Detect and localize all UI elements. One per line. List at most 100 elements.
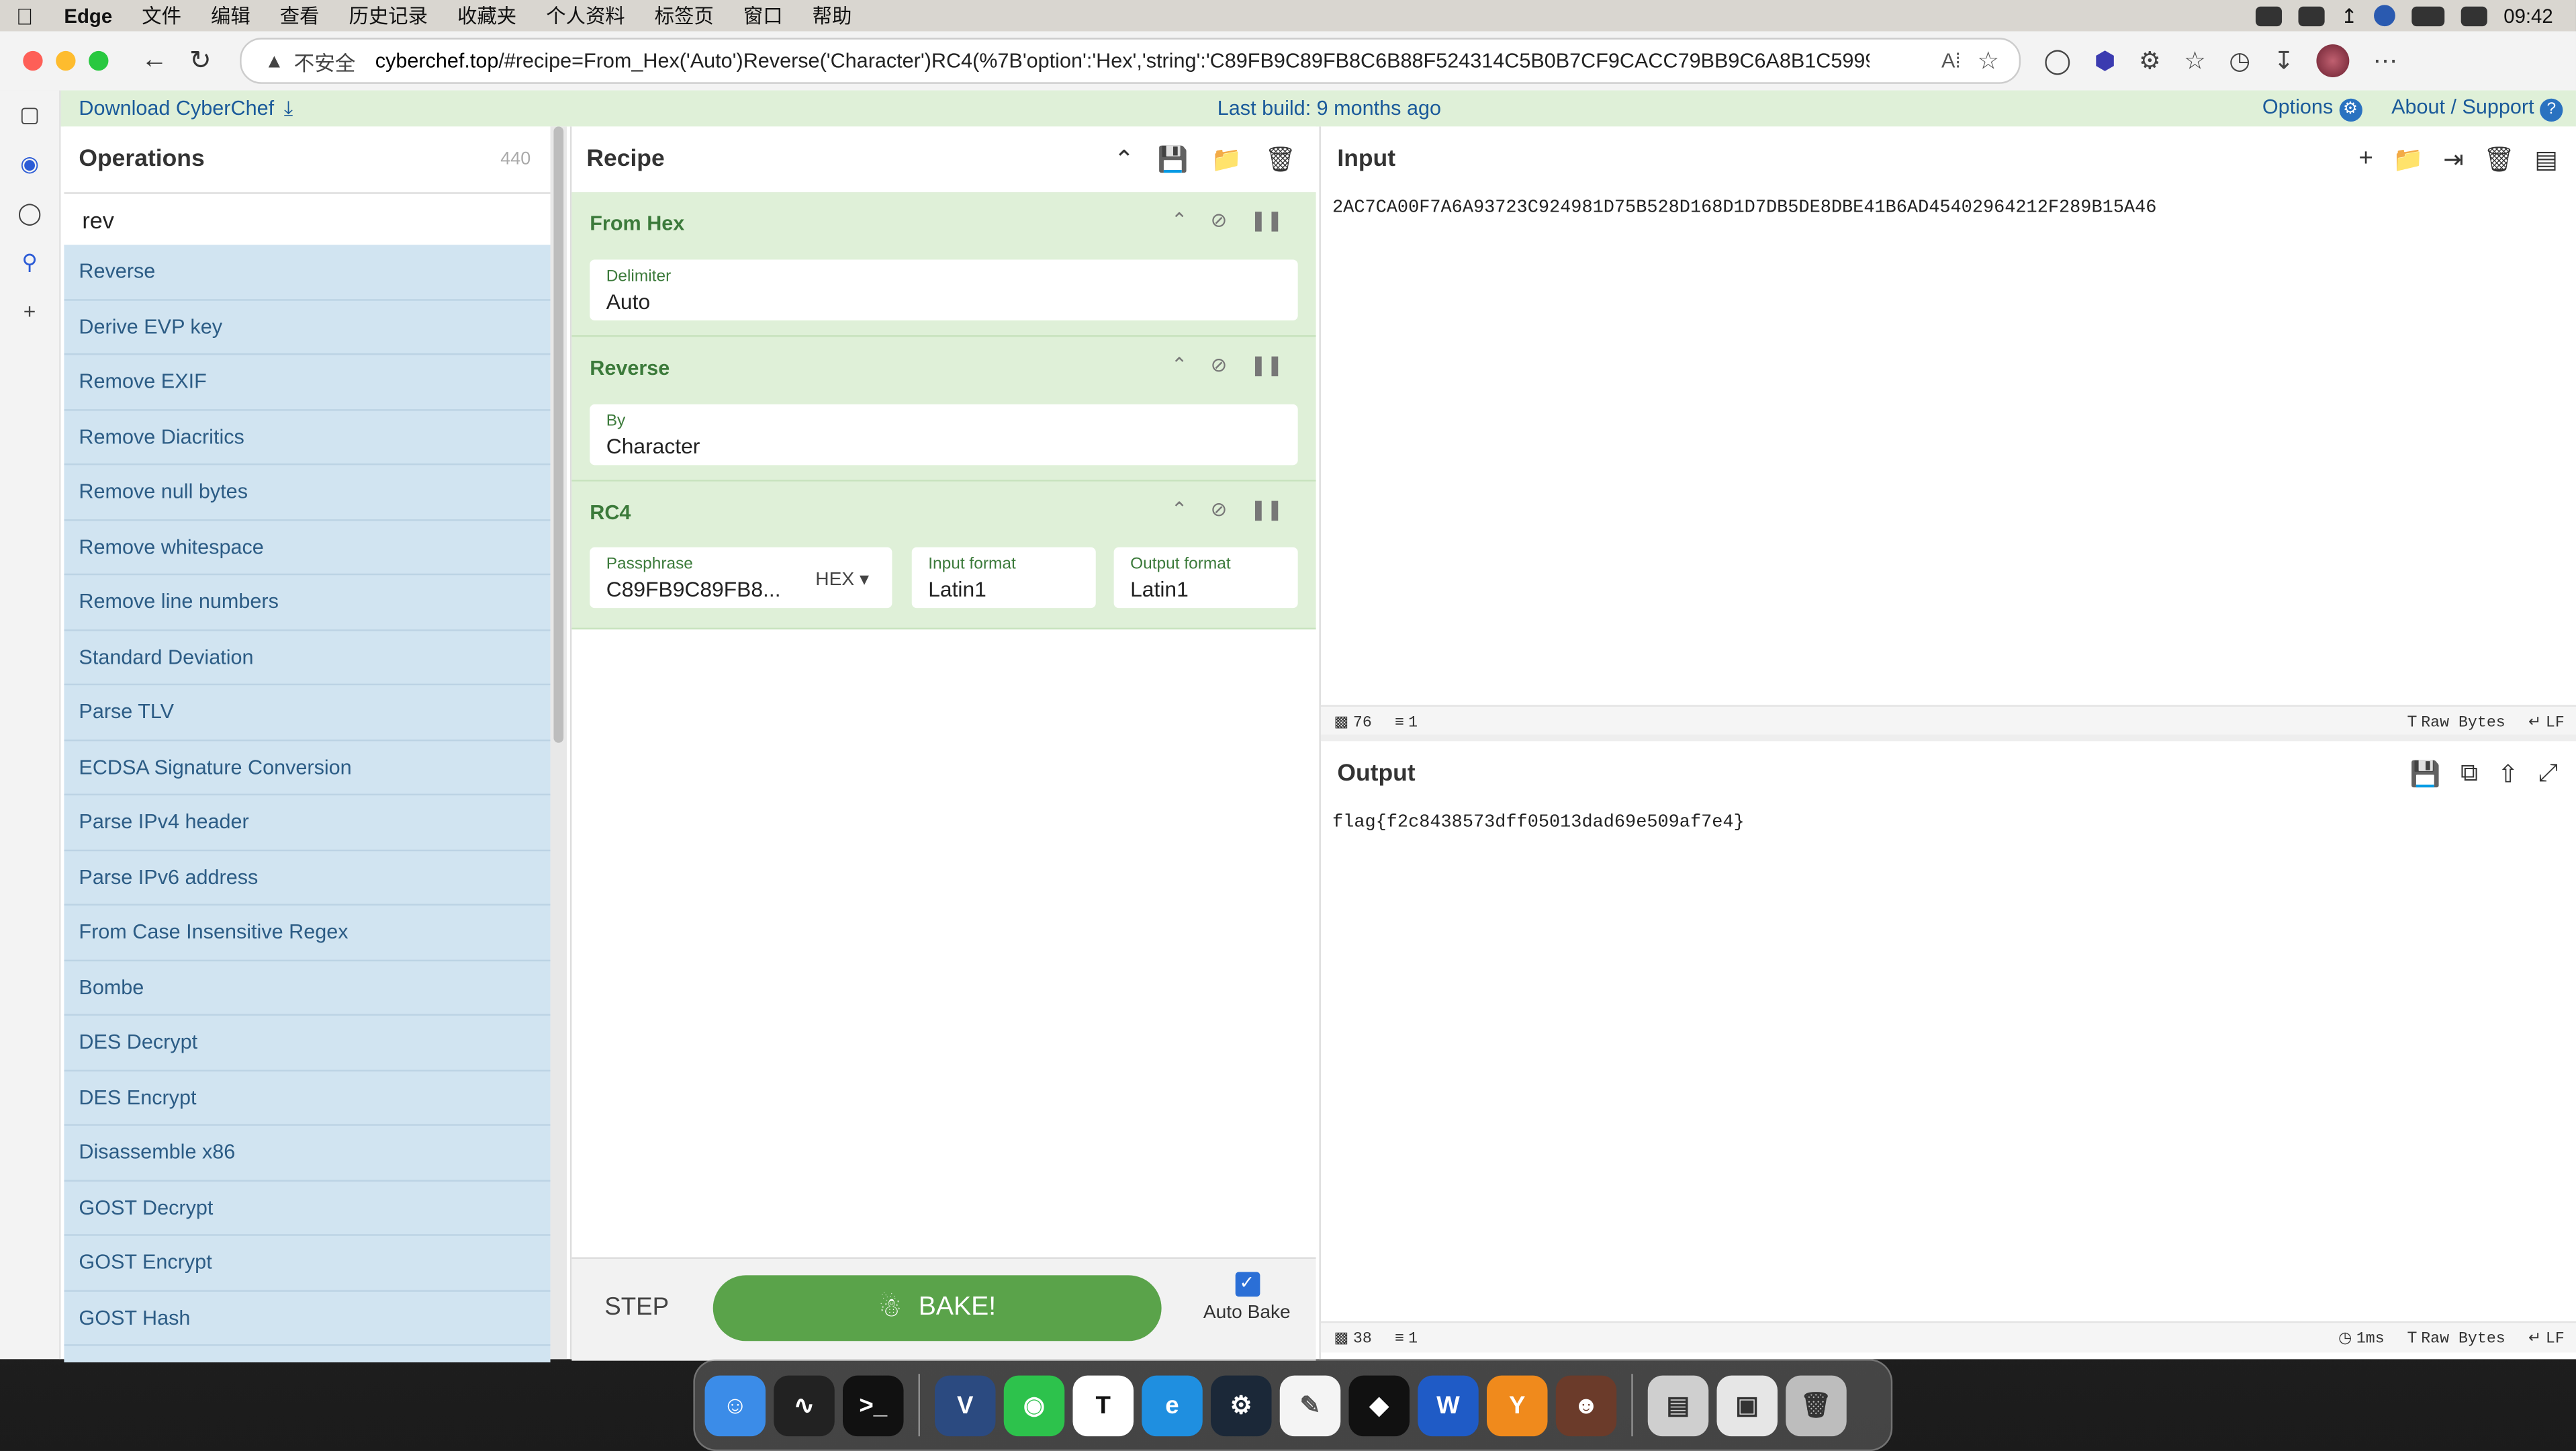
- operation-item[interactable]: Disassemble x86: [64, 1126, 551, 1181]
- menu-tabs[interactable]: 标签页: [640, 1, 729, 30]
- menu-favorites[interactable]: 收藏夹: [443, 1, 531, 30]
- tab-actions-icon[interactable]: ▢: [0, 91, 59, 140]
- portrait-app-icon[interactable]: ☻: [1555, 1374, 1617, 1436]
- chevron-up-icon[interactable]: ⌃: [1171, 498, 1188, 521]
- step-button[interactable]: STEP: [604, 1293, 669, 1321]
- menu-view[interactable]: 查看: [265, 1, 334, 30]
- replace-input-icon[interactable]: ⇧: [2498, 759, 2519, 789]
- sidebar-app-icon[interactable]: ◉: [0, 140, 59, 189]
- notes-icon[interactable]: ✎: [1279, 1374, 1341, 1436]
- operation-item[interactable]: Parse IPv6 address: [64, 850, 551, 906]
- operation-item[interactable]: Remove line numbers: [64, 575, 551, 631]
- clock[interactable]: 09:42: [2503, 4, 2552, 27]
- output-format-field[interactable]: Output format Latin1: [1113, 547, 1298, 609]
- save-recipe-icon[interactable]: 💾: [1158, 144, 1189, 175]
- screenshot-status-icon[interactable]: [2298, 5, 2325, 26]
- menu-help[interactable]: 帮助: [798, 1, 867, 30]
- operation-item[interactable]: DES Decrypt: [64, 1016, 551, 1071]
- ingredient-reverse[interactable]: Reverse ⌃ ⊘ ❚❚ By Character: [571, 337, 1316, 482]
- operation-item[interactable]: Remove Diacritics: [64, 410, 551, 466]
- operation-item[interactable]: Parse IPv4 header: [64, 795, 551, 851]
- extension-icon[interactable]: ◯: [2043, 46, 2071, 76]
- clear-recipe-icon[interactable]: 🗑: [1265, 144, 1297, 175]
- vpn-status-icon[interactable]: [2373, 5, 2395, 27]
- add-icon[interactable]: +: [0, 288, 59, 337]
- pause-icon[interactable]: ❚❚: [1250, 209, 1283, 232]
- chevron-up-icon[interactable]: ⌃: [1171, 209, 1188, 232]
- open-file-icon[interactable]: ⇥: [2443, 144, 2464, 175]
- open-folder-icon[interactable]: 📁: [2393, 144, 2424, 175]
- ingredient-from-hex[interactable]: From Hex ⌃ ⊘ ❚❚ Delimiter Auto: [571, 192, 1316, 337]
- back-arrow-icon[interactable]: ←: [132, 46, 177, 75]
- operation-item[interactable]: GOST Encrypt: [64, 1236, 551, 1291]
- input-encoding[interactable]: T​ Raw Bytes: [2407, 713, 2505, 731]
- operation-item[interactable]: Bombe: [64, 961, 551, 1016]
- chevron-up-icon[interactable]: ⌃: [1171, 353, 1188, 376]
- operation-item[interactable]: GOST Hash: [64, 1291, 551, 1346]
- pane-divider[interactable]: [1320, 734, 2576, 742]
- extension-badge-icon[interactable]: ⬢: [2095, 46, 2116, 76]
- operation-item[interactable]: DES Encrypt: [64, 1071, 551, 1126]
- input-text[interactable]: 2AC7CA00F7A6A93723C924981D75B528D168D1D7…: [1332, 199, 2156, 218]
- url-text[interactable]: cyberchef.top/#recipe=From_Hex('Auto')Re…: [375, 49, 1870, 72]
- by-field[interactable]: By Character: [590, 404, 1298, 466]
- input-format-field[interactable]: Input format Latin1: [911, 547, 1096, 609]
- operation-item[interactable]: GOST Decrypt: [64, 1181, 551, 1236]
- address-bar[interactable]: ▲ 不安全 cyberchef.top/#recipe=From_Hex('Au…: [240, 38, 2021, 84]
- wechat-icon[interactable]: ◉: [1003, 1374, 1065, 1436]
- favorites-icon[interactable]: ☆: [2184, 46, 2206, 76]
- pause-icon[interactable]: ❚❚: [1250, 498, 1283, 521]
- input-eol[interactable]: ↵ LF: [2528, 713, 2565, 731]
- document-stack-icon[interactable]: ▤: [1647, 1374, 1709, 1436]
- operation-item[interactable]: Reverse: [64, 245, 551, 300]
- operation-item[interactable]: Remove EXIF: [64, 355, 551, 410]
- menu-edit[interactable]: 编辑: [196, 1, 265, 30]
- options-link[interactable]: Options ⚙: [2262, 95, 2362, 122]
- sidebar-tab-icon[interactable]: ◯: [0, 189, 59, 238]
- download-link[interactable]: Download CyberChef ⤓: [79, 96, 293, 121]
- favorite-star-icon[interactable]: ☆: [1977, 46, 1999, 76]
- output-eol[interactable]: ↵ LF: [2528, 1329, 2565, 1347]
- scrollbar-thumb[interactable]: [553, 126, 564, 743]
- reload-icon[interactable]: ↻: [177, 44, 223, 77]
- passphrase-format-dropdown[interactable]: HEX ▾: [815, 567, 869, 590]
- save-output-icon[interactable]: 💾: [2410, 759, 2441, 789]
- add-tab-icon[interactable]: +: [2358, 144, 2373, 174]
- puzzle-icon[interactable]: ⚙: [2139, 46, 2161, 76]
- download-icon[interactable]: ↧: [2274, 46, 2295, 76]
- finder-icon[interactable]: ☺: [704, 1374, 766, 1436]
- word-icon[interactable]: W: [1418, 1374, 1479, 1436]
- search-icon[interactable]: ⚲: [0, 238, 59, 288]
- minimize-window-button[interactable]: [56, 50, 76, 71]
- history-icon[interactable]: ◷: [2229, 46, 2250, 76]
- terminal-icon[interactable]: >_: [843, 1374, 904, 1436]
- passphrase-field[interactable]: Passphrase C89FB9C89FB8... HEX ▾: [590, 547, 892, 609]
- battery-icon[interactable]: [2411, 5, 2445, 26]
- operation-item[interactable]: Standard Deviation: [64, 630, 551, 686]
- steam-icon[interactable]: ⚙: [1210, 1374, 1272, 1436]
- menu-app-name[interactable]: Edge: [49, 4, 127, 27]
- more-menu-icon[interactable]: ⋯: [2373, 46, 2398, 76]
- menu-history[interactable]: 历史记录: [334, 1, 443, 30]
- operation-item[interactable]: Remove whitespace: [64, 520, 551, 576]
- output-text[interactable]: flag{f2c8438573dff05013dad69e509af7e4}: [1332, 814, 1745, 833]
- screenshot-stack-icon[interactable]: ▣: [1716, 1374, 1778, 1436]
- operation-item[interactable]: Parse TLV: [64, 685, 551, 741]
- apple-icon[interactable]: : [0, 3, 49, 29]
- auto-bake-checkbox[interactable]: ✓: [1234, 1272, 1260, 1297]
- operations-scrollbar[interactable]: [550, 126, 567, 1360]
- close-window-button[interactable]: [23, 50, 43, 71]
- bake-button[interactable]: ☃ BAKE!: [712, 1275, 1162, 1342]
- trash-icon[interactable]: 🗑: [1786, 1374, 1847, 1436]
- menu-file[interactable]: 文件: [127, 1, 196, 30]
- unity-icon[interactable]: ◆: [1348, 1374, 1410, 1436]
- edge-icon[interactable]: e: [1142, 1374, 1203, 1436]
- operation-item[interactable]: From Case Insensitive Regex: [64, 906, 551, 961]
- output-encoding[interactable]: T​ Raw Bytes: [2407, 1329, 2505, 1347]
- menu-window[interactable]: 窗口: [729, 1, 798, 30]
- pause-icon[interactable]: ❚❚: [1250, 353, 1283, 376]
- about-link[interactable]: About / Support ?: [2391, 95, 2563, 122]
- upload-status-icon[interactable]: ↥: [2341, 4, 2358, 27]
- operation-item[interactable]: Remove null bytes: [64, 465, 551, 521]
- menu-profile[interactable]: 个人资料: [531, 1, 640, 30]
